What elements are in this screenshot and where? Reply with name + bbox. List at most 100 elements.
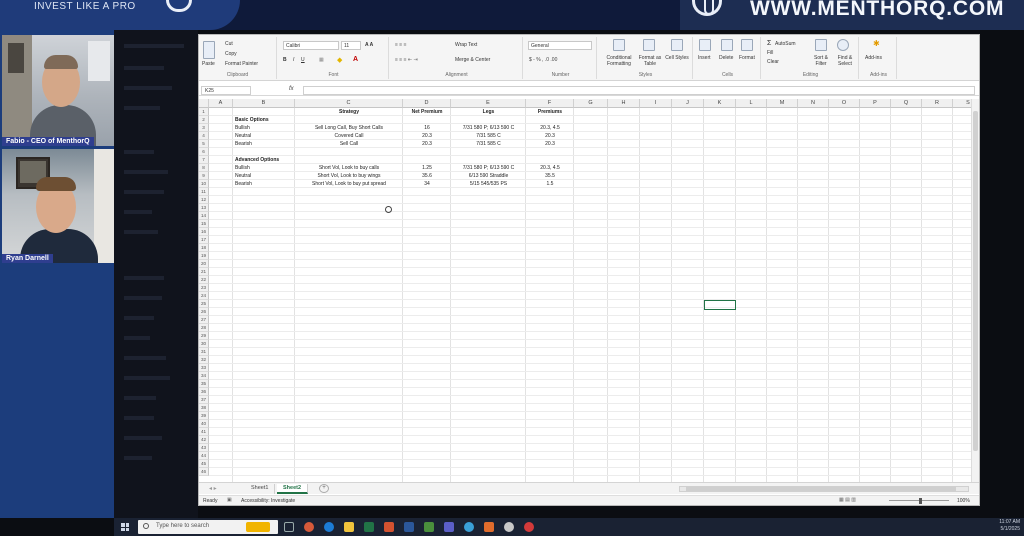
cell-legs[interactable]: 7/31 580 P; 6/13 590 C [453, 124, 524, 132]
tab-nav-arrows-icon[interactable]: ◂ ▸ [209, 485, 217, 492]
row-header[interactable]: 5 [199, 140, 209, 148]
cell-premiums[interactable]: 20.3 [528, 140, 572, 148]
row-header[interactable]: 13 [199, 204, 209, 212]
delete-icon[interactable] [721, 39, 733, 51]
formula-input[interactable] [303, 86, 975, 95]
app4-icon[interactable] [524, 522, 534, 532]
currency-button[interactable]: $ - % , .0 .00 [529, 57, 557, 63]
cell-outlook[interactable]: Bullish [235, 124, 293, 132]
row-header[interactable]: 39 [199, 412, 209, 420]
cell-outlook[interactable]: Neutral [235, 132, 293, 140]
cell-net-premium[interactable]: 35.6 [405, 172, 449, 180]
cell-net-premium[interactable]: 16 [405, 124, 449, 132]
column-header-j[interactable]: J [672, 99, 704, 108]
row-header[interactable]: 26 [199, 308, 209, 316]
row-header[interactable]: 16 [199, 228, 209, 236]
row-header[interactable]: 32 [199, 356, 209, 364]
sort-filter-icon[interactable] [815, 39, 827, 51]
row-header[interactable]: 11 [199, 188, 209, 196]
row-header[interactable]: 14 [199, 212, 209, 220]
format-button[interactable]: Format [739, 55, 755, 61]
row-header[interactable]: 1 [199, 108, 209, 116]
column-header-e[interactable]: E [451, 99, 526, 108]
header-premiums[interactable]: Premiums [528, 108, 572, 116]
select-all-corner[interactable] [199, 99, 209, 108]
cell-strategy[interactable]: Covered Call [297, 132, 401, 140]
row-header[interactable]: 40 [199, 420, 209, 428]
cell-legs[interactable]: 7/31 585 C [453, 140, 524, 148]
word-icon[interactable] [404, 522, 414, 532]
row-header[interactable]: 29 [199, 332, 209, 340]
underline-button[interactable]: U [301, 57, 305, 63]
zoom-slider-handle[interactable] [919, 498, 922, 504]
cell-premiums[interactable]: 35.5 [528, 172, 572, 180]
app2-icon[interactable] [484, 522, 494, 532]
tab-sheet2[interactable]: Sheet2 [277, 484, 309, 494]
zoom-level[interactable]: 100% [957, 498, 970, 504]
file-explorer-icon[interactable] [344, 522, 354, 532]
header-legs[interactable]: Legs [453, 108, 524, 116]
cell-premiums[interactable]: 20.3, 4.5 [528, 164, 572, 172]
column-header-m[interactable]: M [767, 99, 798, 108]
copy-button[interactable]: Copy [225, 51, 237, 57]
macro-record-icon[interactable]: ▣ [227, 497, 232, 503]
cell-net-premium[interactable]: 20.3 [405, 140, 449, 148]
row-header[interactable]: 25 [199, 300, 209, 308]
video-tile-fabio[interactable]: Fabio - CEO of MenthorQ [2, 35, 114, 146]
row-header[interactable]: 19 [199, 252, 209, 260]
column-header-s[interactable]: S [953, 99, 971, 108]
task-view-icon[interactable] [284, 522, 294, 532]
header-strategy[interactable]: Strategy [297, 108, 401, 116]
row-header[interactable]: 35 [199, 380, 209, 388]
row-header[interactable]: 3 [199, 124, 209, 132]
row-header[interactable]: 34 [199, 372, 209, 380]
cut-button[interactable]: Cut [225, 41, 233, 47]
taskbar-search[interactable]: Type here to search [138, 520, 278, 534]
row-header[interactable]: 46 [199, 468, 209, 476]
cell-premiums[interactable]: 1.5 [528, 180, 572, 188]
align-left-icon[interactable]: ≡ ≡ ≡ ⇤ ⇥ [395, 57, 418, 63]
row-header[interactable]: 4 [199, 132, 209, 140]
row-header[interactable]: 21 [199, 268, 209, 276]
cell-legs[interactable]: 5/15 545/535 PS [453, 180, 524, 188]
cell-styles-icon[interactable] [671, 39, 683, 51]
chrome-icon[interactable] [464, 522, 474, 532]
row-header[interactable]: 30 [199, 340, 209, 348]
fill-button[interactable]: Fill [767, 50, 773, 56]
grow-font-button[interactable]: A A [365, 42, 373, 48]
row-header[interactable]: 9 [199, 172, 209, 180]
column-header-p[interactable]: P [860, 99, 891, 108]
clear-button[interactable]: Clear [767, 59, 779, 65]
fx-icon[interactable]: fx [289, 86, 294, 92]
app3-icon[interactable] [504, 522, 514, 532]
delete-button[interactable]: Delete [719, 55, 733, 61]
spreadsheet-grid[interactable]: A B C D E F G H I J K L M N O P Q R S 1 2 3 4 5 6 7 8 9 10 11 12 13 14 15… [199, 99, 971, 482]
insert-button[interactable]: Insert [698, 55, 711, 61]
format-painter-button[interactable]: Format Painter [225, 61, 258, 67]
row-header[interactable]: 45 [199, 460, 209, 468]
find-select-icon[interactable] [837, 39, 849, 51]
cell-outlook[interactable]: Bearish [235, 140, 293, 148]
video-tile-ryan[interactable]: Ryan Darnell [2, 149, 114, 263]
cell-net-premium[interactable]: 20.3 [405, 132, 449, 140]
row-header[interactable]: 8 [199, 164, 209, 172]
browser-icon[interactable] [304, 522, 314, 532]
cell-outlook[interactable]: Bearish [235, 180, 293, 188]
cell-net-premium[interactable]: 1.25 [405, 164, 449, 172]
horizontal-scroll-thumb[interactable] [686, 487, 956, 491]
column-header-h[interactable]: H [608, 99, 640, 108]
row-header[interactable]: 37 [199, 396, 209, 404]
vertical-scrollbar[interactable] [971, 99, 979, 482]
column-header-o[interactable]: O [829, 99, 860, 108]
column-header-i[interactable]: I [640, 99, 672, 108]
row-header[interactable]: 44 [199, 452, 209, 460]
font-size-select[interactable]: 11 [341, 41, 361, 50]
cell-premiums[interactable]: 20.3, 4.5 [528, 124, 572, 132]
column-header-g[interactable]: G [574, 99, 608, 108]
sort-filter-button[interactable]: Sort & Filter [809, 55, 833, 67]
column-header-c[interactable]: C [295, 99, 403, 108]
paste-icon[interactable] [203, 41, 215, 59]
section-basic-options[interactable]: Basic Options [235, 116, 293, 124]
vertical-scroll-thumb[interactable] [973, 111, 978, 451]
add-sheet-button[interactable]: + [319, 484, 329, 493]
